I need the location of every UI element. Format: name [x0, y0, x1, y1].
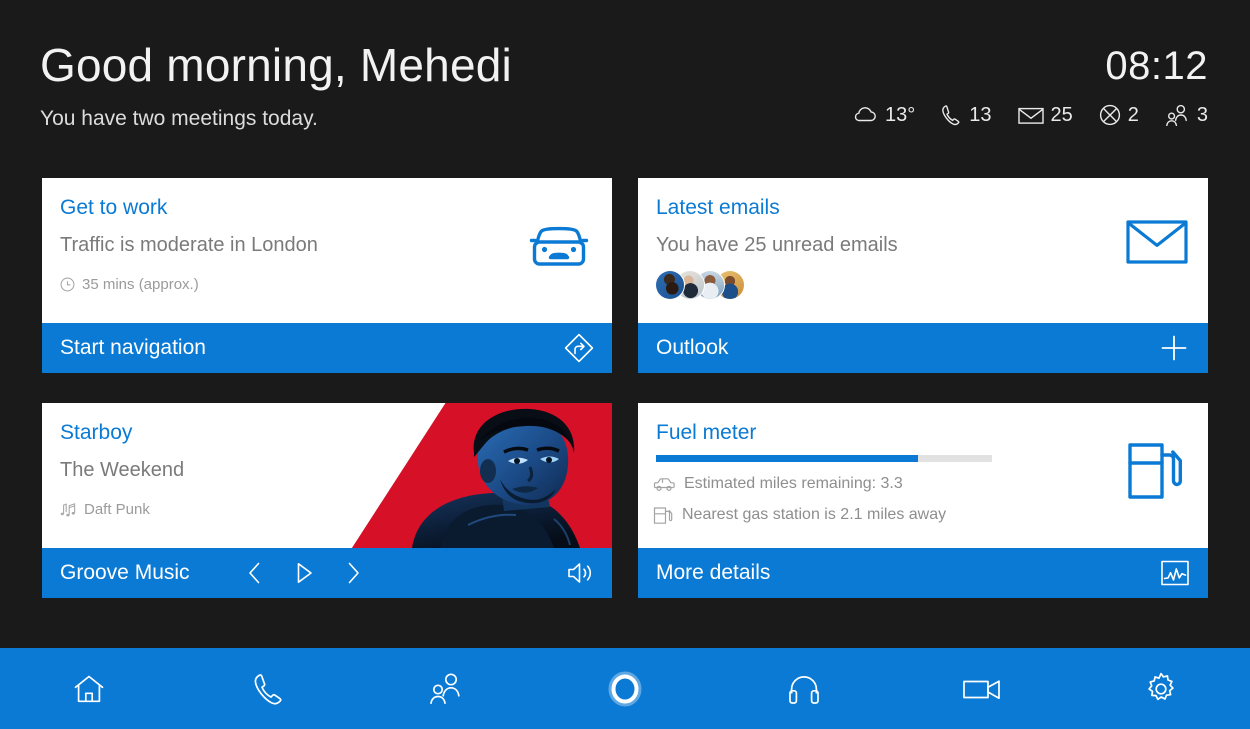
nav-settings[interactable]	[1071, 648, 1250, 729]
nav-contacts[interactable]	[357, 648, 536, 729]
page-subtitle: You have two meetings today.	[40, 107, 318, 130]
next-icon[interactable]	[342, 560, 364, 586]
page-title: Good morning, Mehedi	[40, 39, 512, 91]
people-icon	[428, 672, 464, 706]
nav-phone[interactable]	[179, 648, 358, 729]
card-meta-text: 35 mins (approx.)	[82, 276, 199, 293]
car-side-icon	[653, 476, 675, 492]
card-meta: Daft Punk	[60, 501, 150, 518]
card-music[interactable]: Starboy The Weekend Daft Punk Groove Mus…	[42, 403, 612, 598]
status-people[interactable]: 3	[1165, 104, 1208, 126]
action-label: Outlook	[656, 336, 729, 359]
envelope-icon	[1126, 220, 1188, 269]
clock: 08:12	[1105, 44, 1208, 88]
fuel-progress-fill	[656, 455, 919, 462]
play-icon[interactable]	[292, 560, 316, 586]
chart-icon[interactable]	[1160, 558, 1190, 588]
card-latest-emails[interactable]: Latest emails You have 25 unread emails	[638, 178, 1208, 373]
starboy-album-art	[352, 403, 612, 548]
nav-cortana[interactable]	[536, 648, 715, 729]
navigation-diamond-icon[interactable]	[564, 333, 594, 363]
card-subtitle: The Weekend	[60, 459, 185, 481]
fuel-row: Nearest gas station is 2.1 miles away	[653, 504, 946, 526]
card-body: Starboy The Weekend Daft Punk	[42, 403, 612, 548]
cortana-icon	[603, 667, 647, 711]
people-icon	[1165, 104, 1190, 126]
status-weather[interactable]: 13°	[852, 105, 915, 125]
nav-video[interactable]	[893, 648, 1072, 729]
xbox-value: 2	[1127, 104, 1139, 126]
gas-pump-icon	[1128, 443, 1186, 504]
previous-icon[interactable]	[244, 560, 266, 586]
bottom-navigation-bar	[0, 648, 1250, 729]
gear-icon	[1143, 671, 1179, 707]
cloud-icon	[852, 105, 878, 125]
header: Good morning, Mehedi You have two meetin…	[0, 0, 1250, 160]
status-mail[interactable]: 25	[1017, 104, 1073, 126]
fuel-row-text: Estimated miles remaining: 3.3	[684, 475, 903, 492]
card-subtitle: Traffic is moderate in London	[60, 234, 318, 256]
card-grid: Get to work Traffic is moderate in Londo…	[42, 178, 1208, 598]
nav-music[interactable]	[714, 648, 893, 729]
home-icon	[72, 672, 106, 706]
nav-home[interactable]	[0, 648, 179, 729]
card-subtitle: You have 25 unread emails	[656, 234, 898, 256]
card-title: Fuel meter	[656, 421, 757, 444]
video-icon	[962, 675, 1002, 703]
plus-icon[interactable]	[1158, 332, 1190, 364]
headphones-icon	[787, 672, 821, 706]
action-label: Groove Music	[60, 561, 190, 584]
phone-icon	[252, 672, 284, 706]
calls-value: 13	[969, 104, 992, 126]
album-portrait	[412, 408, 580, 548]
people-value: 3	[1196, 104, 1208, 126]
card-title: Get to work	[60, 196, 168, 219]
avatar[interactable]	[655, 270, 685, 300]
fuel-info-rows: Estimated miles remaining: 3.3 Nearest g…	[653, 473, 946, 535]
xbox-icon	[1099, 104, 1121, 126]
card-body: Get to work Traffic is moderate in Londo…	[42, 178, 612, 323]
fuel-progress-track	[656, 455, 992, 462]
status-xbox[interactable]: 2	[1099, 104, 1139, 126]
card-title: Starboy	[60, 421, 133, 444]
clock-icon	[60, 277, 75, 292]
start-navigation-button[interactable]: Start navigation	[42, 323, 612, 373]
fuel-row: Estimated miles remaining: 3.3	[653, 473, 946, 495]
card-meta-text: Daft Punk	[84, 501, 150, 518]
fuel-row-text: Nearest gas station is 2.1 miles away	[682, 506, 947, 523]
car-front-icon	[528, 222, 590, 275]
outlook-button[interactable]: Outlook	[638, 323, 1208, 373]
mail-icon	[1017, 106, 1044, 125]
card-get-to-work[interactable]: Get to work Traffic is moderate in Londo…	[42, 178, 612, 373]
car-dashboard-screen: Good morning, Mehedi You have two meetin…	[0, 0, 1250, 729]
card-body: Latest emails You have 25 unread emails	[638, 178, 1208, 323]
card-fuel-meter[interactable]: Fuel meter Estimated miles remaining: 3.…	[638, 403, 1208, 598]
more-details-button[interactable]: More details	[638, 548, 1208, 598]
groove-music-bar[interactable]: Groove Music	[42, 548, 612, 598]
music-notes-icon	[60, 502, 77, 518]
action-label: More details	[656, 561, 771, 584]
phone-icon	[941, 104, 962, 126]
card-title: Latest emails	[656, 196, 780, 219]
status-bar: 13° 13 25 2 3	[852, 104, 1208, 126]
media-controls	[244, 560, 364, 586]
action-label: Start navigation	[60, 336, 206, 359]
status-calls[interactable]: 13	[941, 104, 992, 126]
card-meta: 35 mins (approx.)	[60, 276, 199, 293]
gas-pump-icon	[653, 506, 673, 525]
card-body: Fuel meter Estimated miles remaining: 3.…	[638, 403, 1208, 548]
volume-icon[interactable]	[566, 560, 594, 586]
weather-value: 13°	[885, 104, 916, 126]
mail-value: 25	[1050, 104, 1073, 126]
